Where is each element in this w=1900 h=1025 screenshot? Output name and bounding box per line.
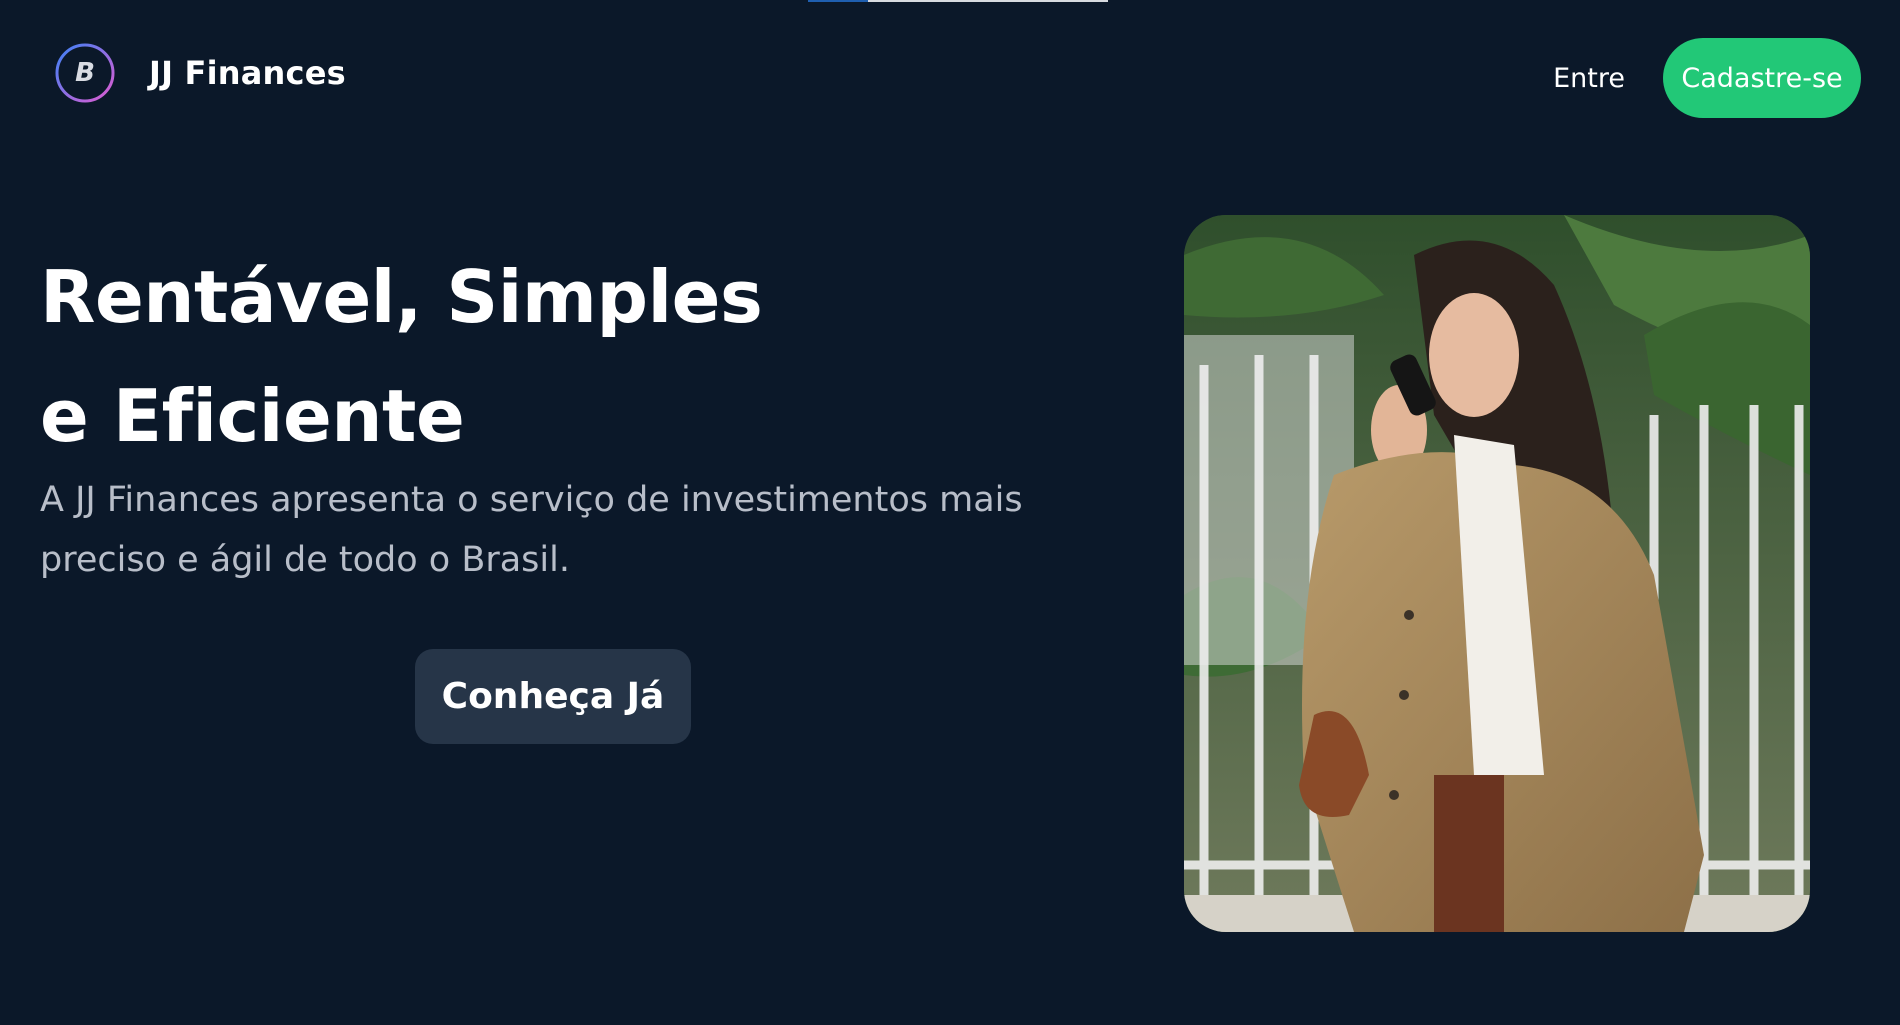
- header-nav: Entre Cadastre-se: [1553, 38, 1861, 118]
- hero-title: Rentável, Simples e Eficiente: [40, 238, 1040, 476]
- brand-name: JJ Finances: [149, 54, 346, 92]
- logo-glyph: B: [75, 58, 95, 88]
- hero-title-line-2: e Eficiente: [40, 374, 465, 458]
- signup-button[interactable]: Cadastre-se: [1663, 38, 1861, 118]
- login-link[interactable]: Entre: [1553, 63, 1625, 94]
- hero-photo: [1184, 215, 1810, 932]
- brand[interactable]: B JJ Finances: [52, 40, 346, 106]
- landing-page: B JJ Finances Entre Cadastre-se Rentável…: [0, 0, 1900, 1025]
- site-header: B JJ Finances Entre Cadastre-se: [0, 0, 1900, 155]
- hero-title-line-1: Rentável, Simples: [40, 255, 763, 339]
- bitcoin-icon: B: [52, 40, 118, 106]
- cta-button[interactable]: Conheça Já: [415, 649, 691, 744]
- hero-description: A JJ Finances apresenta o serviço de inv…: [40, 480, 1023, 580]
